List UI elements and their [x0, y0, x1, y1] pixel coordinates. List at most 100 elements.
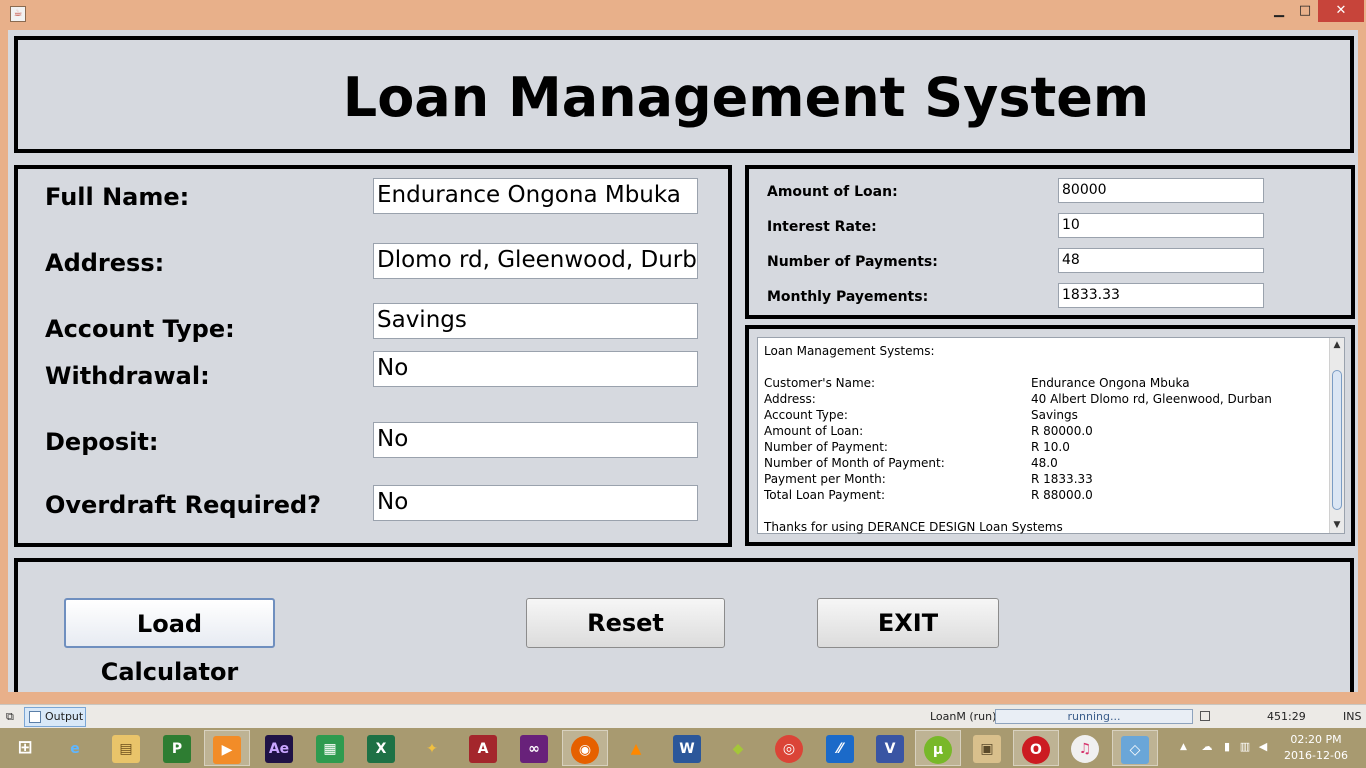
taskbar-app-chrome[interactable]: ◎	[766, 730, 812, 766]
receipt-row-value: Endurance Ongona Mbuka	[1031, 376, 1190, 390]
interest-rate-field[interactable]: 10	[1058, 213, 1264, 238]
project-icon: P	[163, 735, 191, 763]
window-client-area: Loan Management System Full Name: Endura…	[8, 30, 1358, 692]
amount-of-loan-field[interactable]: 80000	[1058, 178, 1264, 203]
monthly-payments-field[interactable]: 1833.33	[1058, 283, 1264, 308]
network-icon[interactable]: ▥	[1238, 740, 1252, 754]
header-panel: Loan Management System	[14, 36, 1354, 153]
taskbar-app-access[interactable]: A	[460, 730, 506, 766]
taskbar-app-tools[interactable]: ✦	[409, 730, 455, 766]
netbeans-icon: ⁄⁄	[826, 735, 854, 763]
taskbar-app-firefox[interactable]: ◉	[562, 730, 608, 766]
deposit-label: Deposit:	[45, 428, 159, 456]
tools-icon: ✦	[426, 741, 438, 757]
receipt-row-label: Total Loan Payment:	[764, 488, 886, 502]
window-titlebar: ☕ ▁ □ ✕	[0, 0, 1366, 28]
taskbar-app-after-effects[interactable]: Ae	[256, 730, 302, 766]
taskbar-app-word[interactable]: W	[664, 730, 710, 766]
taskbar-app-store[interactable]: ▦	[307, 730, 353, 766]
interest-rate-label: Interest Rate:	[767, 219, 877, 235]
taskbar-app-utorrent[interactable]: µ	[915, 730, 961, 766]
receipt-row-value: R 1833.33	[1031, 472, 1093, 486]
taskbar-app-project[interactable]: P	[154, 730, 200, 766]
withdrawal-field[interactable]: No	[373, 351, 698, 387]
system-tray: ▲ ☁ ▮ ▥ ◀ 02:20 PM 2016-12-06	[1176, 728, 1366, 768]
show-hidden-icons-icon[interactable]: ▲	[1180, 742, 1187, 752]
visual-studio-icon: ∞	[520, 735, 548, 763]
reset-button[interactable]: Reset	[526, 598, 725, 648]
scroll-up-icon[interactable]: ▲	[1330, 338, 1344, 352]
taskbar-app-android-studio[interactable]: ◆	[715, 730, 761, 766]
file-explorer-icon: ▤	[112, 735, 140, 763]
clock-date[interactable]: 2016-12-06	[1276, 749, 1356, 762]
exit-button[interactable]: EXIT	[817, 598, 999, 648]
store-icon: ▦	[316, 735, 344, 763]
taskbar-app-virtualbox[interactable]: ◇	[1112, 730, 1158, 766]
receipt-row-label: Amount of Loan:	[764, 424, 864, 438]
virtualbox-icon: ◇	[1121, 736, 1149, 764]
taskbar-app-visio[interactable]: V	[867, 730, 913, 766]
caret-position: 451:29	[1267, 710, 1306, 723]
media-player-icon: ▶	[213, 736, 241, 764]
chrome-icon: ◎	[775, 735, 803, 763]
start-button[interactable]: ⊞	[2, 730, 48, 766]
deposit-field[interactable]: No	[373, 422, 698, 458]
scroll-down-icon[interactable]: ▼	[1330, 518, 1344, 532]
taskbar-app-file-explorer[interactable]: ▤	[103, 730, 149, 766]
output-window-icon	[29, 711, 41, 723]
output-tab-label: Output	[45, 710, 84, 723]
loan-details-panel: Amount of Loan: 80000 Interest Rate: 10 …	[745, 165, 1355, 319]
taskbar-app-netbeans[interactable]: ⁄⁄	[817, 730, 863, 766]
internet-explorer-icon: e	[70, 741, 80, 757]
receipt-heading: Loan Management Systems:	[764, 344, 935, 358]
insert-mode-indicator: INS	[1343, 710, 1362, 723]
withdrawal-label: Withdrawal:	[45, 362, 210, 390]
scroll-thumb[interactable]	[1332, 370, 1342, 510]
volume-icon[interactable]: ◀	[1256, 740, 1270, 754]
onedrive-icon[interactable]: ☁	[1200, 740, 1214, 754]
itunes-icon: ♫	[1071, 735, 1099, 763]
power-icon[interactable]: ▮	[1220, 740, 1234, 754]
minimize-button[interactable]: ▁	[1265, 0, 1293, 22]
load-calculator-button[interactable]: Load Calculator	[64, 598, 275, 686]
taskbar-app-excel[interactable]: X	[358, 730, 404, 766]
taskbar-app-opera[interactable]: O	[1013, 730, 1059, 766]
actions-panel: Load Calculator Reset EXIT	[14, 558, 1354, 692]
taskbar-app-installer[interactable]: ▣	[964, 730, 1010, 766]
taskbar-app-visual-studio[interactable]: ∞	[511, 730, 557, 766]
android-studio-icon: ◆	[732, 741, 744, 757]
receipt-text-area[interactable]: Loan Management Systems: Customer's Name…	[757, 337, 1345, 534]
account-type-field[interactable]: Savings	[373, 303, 698, 339]
stop-task-icon[interactable]	[1200, 711, 1210, 721]
taskbar-app-media-player[interactable]: ▶	[204, 730, 250, 766]
receipt-row-value: Savings	[1031, 408, 1078, 422]
close-button[interactable]: ✕	[1318, 0, 1364, 22]
taskbar-app-internet-explorer[interactable]: e	[52, 730, 98, 766]
restore-window-icon[interactable]: ⧉	[6, 710, 14, 724]
taskbar-app-vlc[interactable]: ▲	[613, 730, 659, 766]
receipt-row-label: Payment per Month:	[764, 472, 886, 486]
after-effects-icon: Ae	[265, 735, 293, 763]
overdraft-field[interactable]: No	[373, 485, 698, 521]
full-name-field[interactable]: Endurance Ongona Mbuka	[373, 178, 698, 214]
taskbar-app-itunes[interactable]: ♫	[1062, 730, 1108, 766]
monthly-payments-label: Monthly Payements:	[767, 289, 929, 305]
taskbar: ⊞ e ▤ P ▶ Ae ▦ X ✦ A ∞ ◉ ▲ W ◆ ◎ ⁄⁄ V µ …	[0, 728, 1366, 768]
maximize-button[interactable]: □	[1291, 0, 1319, 22]
receipt-panel: Loan Management Systems: Customer's Name…	[745, 325, 1355, 546]
number-of-payments-field[interactable]: 48	[1058, 248, 1264, 273]
vlc-icon: ▲	[630, 741, 642, 757]
address-label: Address:	[45, 249, 165, 277]
receipt-row-label: Address:	[764, 392, 816, 406]
installer-icon: ▣	[973, 735, 1001, 763]
access-icon: A	[469, 735, 497, 763]
excel-icon: X	[367, 735, 395, 763]
ide-status-bar: ⧉ Output LoanM (run) running... 451:29 I…	[0, 704, 1366, 728]
receipt-row-value: R 88000.0	[1031, 488, 1093, 502]
clock-time[interactable]: 02:20 PM	[1276, 733, 1356, 746]
page-title: Loan Management System	[342, 66, 1150, 129]
receipt-scrollbar[interactable]: ▲ ▼	[1329, 338, 1344, 533]
output-tab[interactable]: Output	[24, 707, 86, 727]
java-cup-icon: ☕	[10, 6, 26, 22]
address-field[interactable]: Dlomo rd, Gleenwood, Durban	[373, 243, 698, 279]
